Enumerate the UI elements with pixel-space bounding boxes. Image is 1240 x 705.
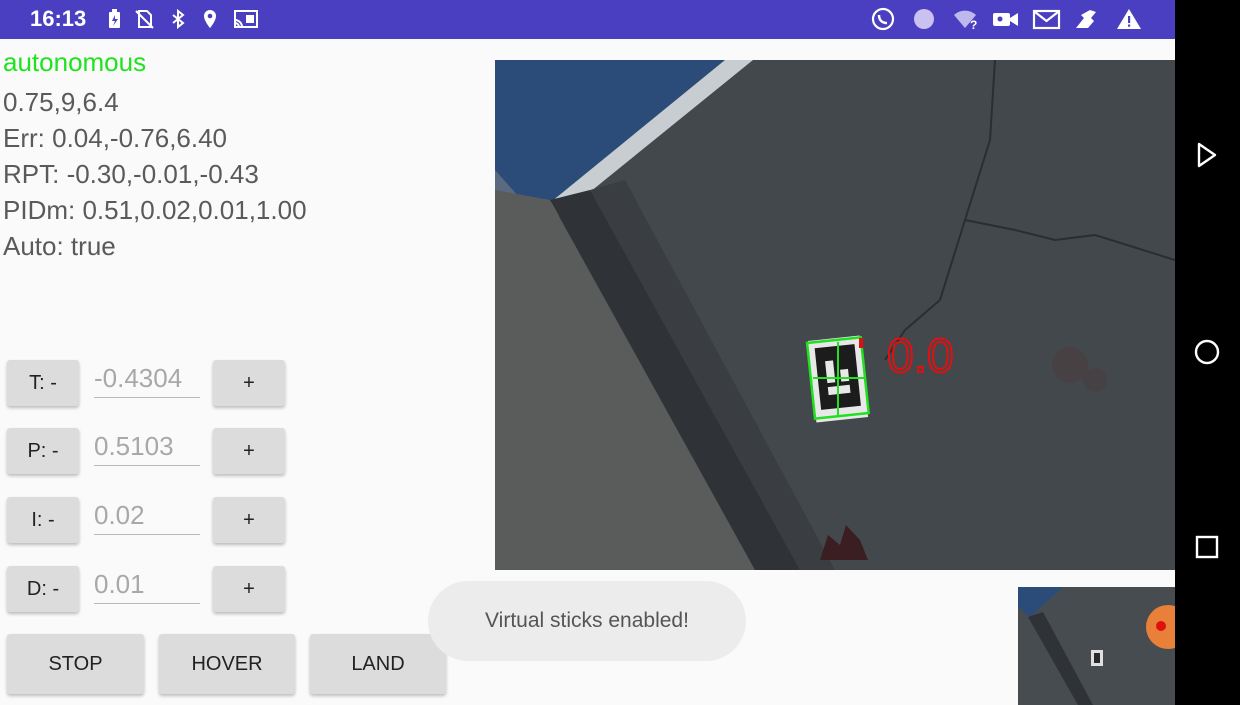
p-value-field[interactable]: 0.5103: [94, 431, 200, 466]
back-icon[interactable]: [1193, 141, 1221, 169]
video-camera-icon: [993, 13, 1018, 26]
pid-readout: PIDm: 0.51,0.02,0.01,1.00: [3, 195, 307, 225]
t-value-field[interactable]: -0.4304: [94, 363, 200, 398]
p-plus-button[interactable]: +: [213, 428, 285, 474]
p-minus-button[interactable]: P: -: [7, 428, 79, 474]
rpt-readout: RPT: -0.30,-0.01,-0.43: [3, 159, 259, 189]
wifi-question-icon: ?: [954, 10, 977, 30]
circle-app-icon: [914, 9, 934, 29]
toast-message: Virtual sticks enabled!: [428, 581, 746, 661]
status-time: 16:13: [30, 6, 87, 31]
svg-text:?: ?: [970, 18, 977, 30]
d-minus-button[interactable]: D: -: [7, 566, 79, 612]
drone-app-icon: [1076, 10, 1096, 28]
recents-icon[interactable]: [1193, 533, 1221, 561]
auto-readout: Auto: true: [3, 231, 116, 261]
gmail-icon: [1032, 9, 1061, 30]
t-plus-button[interactable]: +: [213, 360, 285, 406]
mini-camera-view[interactable]: [1018, 587, 1175, 705]
stop-button[interactable]: STOP: [7, 634, 144, 694]
app-content: autonomous 0.75,9,6.4 Err: 0.04,-0.76,6.…: [0, 39, 1175, 705]
cast-icon: [234, 10, 258, 28]
camera-feed-image: 0.0: [495, 60, 1175, 570]
warning-icon: [1117, 9, 1141, 29]
d-value-field[interactable]: 0.01: [94, 569, 200, 604]
no-sim-icon: [135, 10, 154, 29]
t-minus-button[interactable]: T: -: [7, 360, 79, 406]
camera-feed[interactable]: 0.0: [495, 60, 1175, 570]
camera-overlay-text: 0.0: [887, 330, 954, 383]
battery-icon: [109, 9, 120, 28]
mini-view-image: [1018, 587, 1175, 705]
mode-label: autonomous: [3, 47, 147, 77]
status-bar: 16:13 ?: [0, 0, 1175, 39]
position-readout: 0.75,9,6.4: [3, 87, 119, 117]
whatsapp-icon: [871, 7, 895, 31]
aruco-marker: [805, 335, 871, 423]
d-plus-button[interactable]: +: [213, 566, 285, 612]
land-button[interactable]: LAND: [310, 634, 446, 694]
error-readout: Err: 0.04,-0.76,6.40: [3, 123, 228, 153]
i-plus-button[interactable]: +: [213, 497, 285, 543]
home-icon[interactable]: [1193, 338, 1221, 366]
hover-button[interactable]: HOVER: [159, 634, 295, 694]
i-minus-button[interactable]: I: -: [7, 497, 79, 543]
navigation-bar: [1175, 0, 1240, 705]
i-value-field[interactable]: 0.02: [94, 500, 200, 535]
location-icon: [204, 10, 216, 28]
bluetooth-icon: [172, 8, 185, 30]
